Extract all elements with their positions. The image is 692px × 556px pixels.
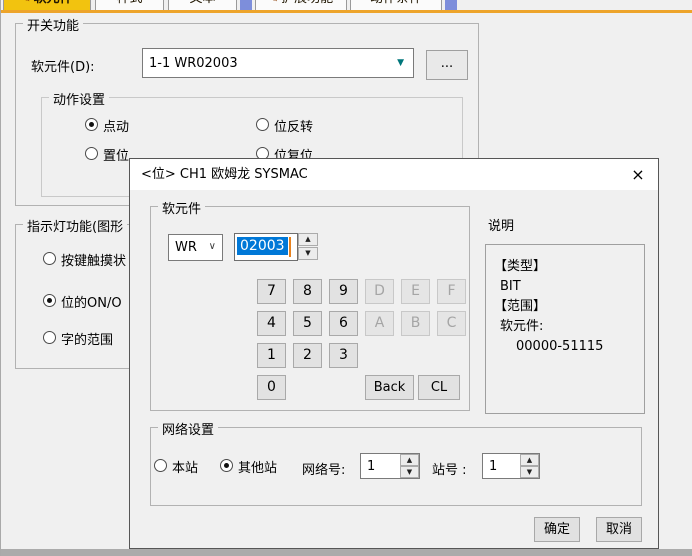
device-number-spinner: ▲ ▼ <box>298 233 318 261</box>
dropdown-arrow-icon[interactable]: ▼ <box>397 58 404 68</box>
radio-word-range-label: 字的范围 <box>61 329 113 348</box>
key-0[interactable]: 0 <box>257 375 286 400</box>
dialog-title: <位> CH1 欧姆龙 SYSMAC <box>141 159 308 190</box>
window-bottom-edge <box>1 549 692 556</box>
dialog-title-bar[interactable]: <位> CH1 欧姆龙 SYSMAC × <box>130 159 658 190</box>
station-no-spinner: ▲ ▼ <box>520 454 540 478</box>
spinner-down-icon[interactable]: ▼ <box>520 466 539 478</box>
spinner-up-icon[interactable]: ▲ <box>520 454 539 466</box>
key-b: B <box>401 311 430 336</box>
radio-word-range[interactable] <box>43 331 56 344</box>
device-label: 软元件(D): <box>31 56 95 75</box>
spinner-up-icon[interactable]: ▲ <box>298 233 318 246</box>
key-a: A <box>365 311 394 336</box>
ok-button[interactable]: 确定 <box>534 517 580 542</box>
key-3[interactable]: 3 <box>329 343 358 368</box>
text-caret <box>289 237 291 257</box>
key-e: E <box>401 279 430 304</box>
application-window: ✎软元件 样式 文本 ✎扩展功能 动作条件 开关功能 软元件(D): 1-1 W… <box>0 0 692 556</box>
description-line: 00000-51115 <box>486 337 644 357</box>
description-line: BIT <box>486 277 644 297</box>
radio-bit-onoff-label: 位的ON/O <box>61 292 122 311</box>
key-4[interactable]: 4 <box>257 311 286 336</box>
spinner-down-icon[interactable]: ▼ <box>400 466 419 478</box>
key-1[interactable]: 1 <box>257 343 286 368</box>
network-settings-group-title: 网络设置 <box>158 419 218 438</box>
radio-local-station-label: 本站 <box>172 457 198 476</box>
station-no-label: 站号 : <box>432 459 467 478</box>
cancel-button[interactable]: 取消 <box>596 517 642 542</box>
description-line: 【类型】 <box>486 257 644 277</box>
key-c: C <box>437 311 466 336</box>
key-back[interactable]: Back <box>365 375 414 400</box>
tab-stub-icon <box>240 0 252 10</box>
device-combo[interactable]: 1-1 WR02003 ▼ <box>142 48 414 78</box>
key-7[interactable]: 7 <box>257 279 286 304</box>
tab-action-condition[interactable]: 动作条件 <box>350 0 442 10</box>
tab-text-label: 文本 <box>189 0 215 6</box>
chevron-down-icon[interactable]: ∨ <box>209 241 216 252</box>
tab-text[interactable]: 文本 <box>168 0 237 10</box>
description-line: 软元件: <box>486 317 644 337</box>
key-2[interactable]: 2 <box>293 343 322 368</box>
device-number-input[interactable]: 02003 <box>234 233 298 261</box>
key-6[interactable]: 6 <box>329 311 358 336</box>
radio-key-touch-state[interactable] <box>43 252 56 265</box>
description-line: 【范围】 <box>486 297 644 317</box>
radio-bit-invert-label: 位反转 <box>274 116 313 135</box>
tab-extended-label: 扩展功能 <box>281 0 333 6</box>
switch-function-group-title: 开关功能 <box>23 15 83 34</box>
spinner-down-icon[interactable]: ▼ <box>298 247 318 260</box>
radio-bit-invert[interactable] <box>256 118 269 131</box>
action-settings-group-title: 动作设置 <box>49 89 109 108</box>
key-f: F <box>437 279 466 304</box>
network-no-spinner: ▲ ▼ <box>400 454 420 478</box>
device-type-value: WR <box>175 235 197 260</box>
modal-device-group-title: 软元件 <box>158 198 205 217</box>
radio-local-station[interactable] <box>154 459 167 472</box>
radio-set-label: 置位 <box>103 145 129 164</box>
pencil-icon: ✎ <box>269 0 278 5</box>
tab-extended[interactable]: ✎扩展功能 <box>255 0 347 10</box>
key-9[interactable]: 9 <box>329 279 358 304</box>
radio-other-station[interactable] <box>220 459 233 472</box>
tab-style-label: 样式 <box>116 0 142 6</box>
network-no-label: 网络号: <box>302 459 345 478</box>
tab-device[interactable]: ✎ 软元件 <box>3 0 91 10</box>
tab-stub-icon <box>445 0 457 10</box>
key-5[interactable]: 5 <box>293 311 322 336</box>
station-no-value: 1 <box>489 454 497 478</box>
device-browse-button[interactable]: ... <box>426 50 468 80</box>
radio-momentary-label: 点动 <box>103 116 129 135</box>
tab-style[interactable]: 样式 <box>95 0 164 10</box>
device-combo-value: 1-1 WR02003 <box>149 49 238 77</box>
tab-action-condition-label: 动作条件 <box>370 0 422 6</box>
radio-set[interactable] <box>85 147 98 160</box>
radio-bit-onoff[interactable] <box>43 294 56 307</box>
key-d: D <box>365 279 394 304</box>
lamp-function-group-title: 指示灯功能(图形 <box>23 216 127 235</box>
radio-other-station-label: 其他站 <box>238 457 277 476</box>
description-title: 说明 <box>488 215 514 234</box>
tab-underline <box>1 10 692 13</box>
pencil-icon: ✎ <box>21 0 30 5</box>
tab-device-label: 软元件 <box>34 0 73 6</box>
radio-momentary[interactable] <box>85 118 98 131</box>
device-entry-dialog: <位> CH1 欧姆龙 SYSMAC × 软元件 WR ∨ 02003 ▲ ▼ … <box>129 158 659 549</box>
device-type-combo[interactable]: WR ∨ <box>168 234 223 261</box>
description-box: 【类型】 BIT 【范围】 软元件: 00000-51115 <box>485 244 645 414</box>
close-icon[interactable]: × <box>625 162 651 187</box>
device-number-selected-text: 02003 <box>237 237 288 255</box>
spinner-up-icon[interactable]: ▲ <box>400 454 419 466</box>
network-no-value: 1 <box>367 454 375 478</box>
key-clear[interactable]: CL <box>418 375 460 400</box>
radio-key-touch-state-label: 按键触摸状 <box>61 250 126 269</box>
key-8[interactable]: 8 <box>293 279 322 304</box>
